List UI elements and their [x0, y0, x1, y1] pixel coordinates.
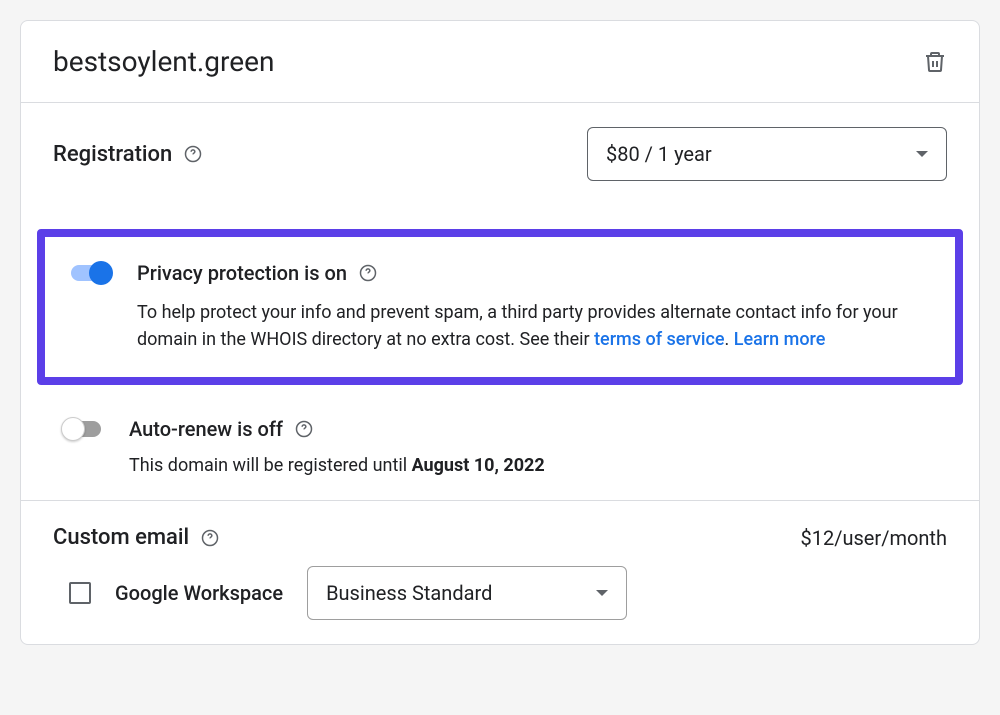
workspace-plan-dropdown[interactable]: Business Standard — [307, 566, 627, 620]
autorenew-title: Auto-renew is off — [129, 417, 939, 441]
autorenew-date: August 10, 2022 — [412, 455, 545, 476]
registration-period-value: $80 / 1 year — [606, 142, 712, 166]
custom-email-title: Custom email — [53, 525, 219, 550]
autorenew-section: Auto-renew is off This domain will be re… — [21, 401, 979, 500]
autorenew-desc-prefix: This domain will be registered until — [129, 455, 412, 476]
privacy-title-text: Privacy protection is on — [137, 261, 347, 285]
privacy-toggle[interactable] — [69, 261, 113, 285]
registration-section: Registration $80 / 1 year — [21, 103, 979, 205]
help-icon[interactable] — [201, 529, 219, 547]
period: . — [725, 329, 734, 350]
workspace-label: Google Workspace — [115, 581, 283, 605]
custom-email-title-text: Custom email — [53, 525, 189, 550]
workspace-row: Google Workspace Business Standard — [21, 566, 979, 644]
autorenew-toggle[interactable] — [61, 417, 105, 441]
domain-settings-card: bestsoylent.green Registration $80 / 1 y… — [20, 20, 980, 645]
privacy-title: Privacy protection is on — [137, 261, 931, 285]
custom-email-price: $12/user/month — [800, 526, 947, 550]
help-icon[interactable] — [184, 145, 202, 163]
privacy-description: To help protect your info and prevent sp… — [137, 299, 931, 353]
learn-more-link[interactable]: Learn more — [734, 329, 826, 350]
tos-link[interactable]: terms of service — [594, 329, 724, 350]
domain-name: bestsoylent.green — [53, 45, 274, 78]
help-icon[interactable] — [359, 264, 377, 282]
workspace-checkbox[interactable] — [69, 582, 91, 604]
custom-email-header: Custom email $12/user/month — [21, 501, 979, 566]
chevron-down-icon — [916, 151, 928, 157]
autorenew-description: This domain will be registered until Aug… — [129, 455, 939, 476]
workspace-plan-value: Business Standard — [326, 581, 492, 605]
registration-period-dropdown[interactable]: $80 / 1 year — [587, 127, 947, 181]
registration-title: Registration — [53, 142, 202, 167]
autorenew-title-text: Auto-renew is off — [129, 417, 283, 441]
delete-button[interactable] — [923, 50, 947, 74]
chevron-down-icon — [596, 590, 608, 596]
privacy-highlight-box: Privacy protection is on To help protect… — [37, 229, 963, 385]
card-header: bestsoylent.green — [21, 21, 979, 103]
help-icon[interactable] — [295, 420, 313, 438]
registration-title-text: Registration — [53, 142, 172, 167]
